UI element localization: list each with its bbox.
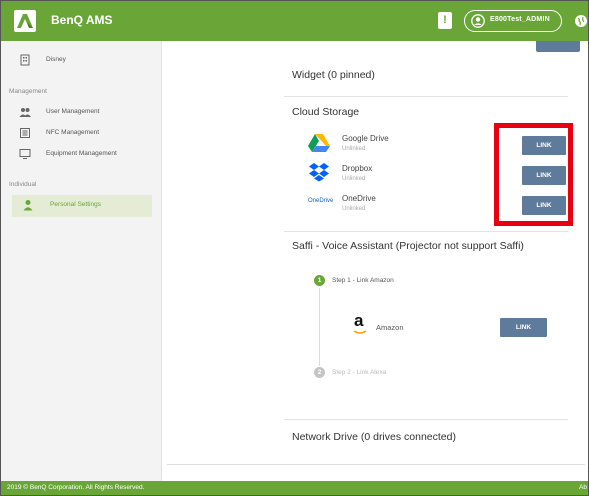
- copyright-text: 2019 © BenQ Corporation. All Rights Rese…: [7, 484, 145, 491]
- top-bar: BenQ AMS ! E800Test_ADMIN: [1, 1, 588, 41]
- app-title: BenQ AMS: [51, 13, 113, 27]
- sidebar-item-label: NFC Management: [46, 129, 100, 136]
- sidebar-item-label: Disney: [46, 56, 66, 63]
- globe-icon[interactable]: [574, 14, 588, 28]
- step-1-label: Step 1 - Link Amazon: [332, 277, 394, 284]
- user-menu-button[interactable]: E800Test_ADMIN: [464, 10, 562, 32]
- nfc-card-icon: [20, 128, 30, 138]
- edit-button[interactable]: [536, 41, 580, 52]
- content-bottom-border: [167, 464, 585, 465]
- monitor-icon: [19, 149, 31, 159]
- step-2-indicator: 2: [314, 367, 325, 378]
- sidebar-section-individual: Individual: [9, 181, 37, 188]
- step-connector: [319, 288, 320, 366]
- notification-icon[interactable]: !: [438, 12, 452, 29]
- cloud-service-name: OneDrive: [342, 194, 376, 203]
- onedrive-icon: OneDrive: [308, 198, 334, 204]
- main-content: Widget (0 pinned) Cloud Storage Google D…: [162, 41, 588, 481]
- divider: [284, 419, 568, 420]
- cloud-service-name: Dropbox: [342, 164, 373, 173]
- sidebar-item-equipment-management[interactable]: Equipment Management: [1, 144, 161, 166]
- widget-section-title: Widget (0 pinned): [292, 69, 375, 81]
- step-1-indicator: 1: [314, 275, 325, 286]
- dropbox-icon: [309, 163, 329, 182]
- user-avatar-icon: [471, 14, 485, 28]
- cloud-service-name: Google Drive: [342, 134, 389, 143]
- sidebar-section-management: Management: [9, 88, 47, 95]
- saffi-section-title: Saffi - Voice Assistant (Projector not s…: [292, 240, 524, 252]
- step-2-label: Step 2 - Link Alexa: [332, 369, 387, 376]
- divider: [284, 231, 568, 232]
- amazon-smile-icon: [353, 330, 367, 334]
- google-drive-icon: [308, 134, 330, 152]
- network-drive-title: Network Drive (0 drives connected): [292, 431, 456, 443]
- user-name: E800Test_ADMIN: [490, 16, 550, 23]
- sidebar-item-user-management[interactable]: User Management: [1, 102, 161, 124]
- sidebar: Disney Management User Management NFC Ma…: [1, 41, 162, 481]
- app-window: BenQ AMS ! E800Test_ADMIN Disney Managem…: [0, 0, 589, 496]
- sidebar-item-nfc-management[interactable]: NFC Management: [1, 123, 161, 145]
- sidebar-item-disney[interactable]: Disney: [1, 50, 161, 72]
- sidebar-item-personal-settings[interactable]: Personal Settings: [12, 195, 152, 217]
- footer-right-text[interactable]: Ab: [579, 484, 587, 491]
- divider: [284, 96, 568, 97]
- sidebar-item-label: Equipment Management: [46, 150, 117, 157]
- sidebar-item-label: Personal Settings: [50, 201, 101, 208]
- amazon-label: Amazon: [376, 323, 404, 332]
- highlight-annotation: [494, 123, 573, 226]
- cloud-service-status: Unlinked: [342, 176, 366, 182]
- cloud-service-status: Unlinked: [342, 146, 366, 152]
- building-icon: [20, 54, 30, 66]
- sidebar-item-label: User Management: [46, 108, 100, 115]
- cloud-storage-title: Cloud Storage: [292, 106, 360, 118]
- users-icon: [19, 108, 31, 117]
- footer: 2019 © BenQ Corporation. All Rights Rese…: [1, 481, 588, 495]
- benq-logo-icon[interactable]: [14, 10, 36, 32]
- link-amazon-button[interactable]: LINK: [500, 318, 547, 337]
- person-icon: [23, 200, 33, 211]
- cloud-service-status: Unlinked: [342, 206, 366, 212]
- amazon-logo-icon: a: [354, 311, 364, 330]
